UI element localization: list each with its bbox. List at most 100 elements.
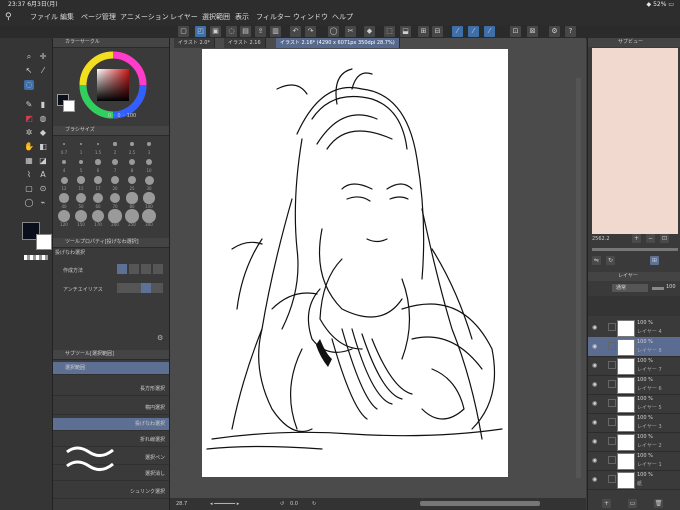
sub-color-swatch[interactable] <box>36 234 52 250</box>
brush-size-cell[interactable]: 12 <box>56 174 72 191</box>
crop-icon[interactable]: ✂ <box>345 26 356 37</box>
navigator-option-icon[interactable]: ⊞ <box>650 256 659 265</box>
transform-icon[interactable]: ▣ <box>210 26 221 37</box>
brush-size-cell[interactable]: 250 <box>124 209 140 227</box>
eye-icon[interactable]: ◉ <box>592 324 597 331</box>
brush-size-cell[interactable]: 15 <box>73 174 89 191</box>
blend-mode-select[interactable]: 通常 <box>612 284 648 292</box>
invert-icon[interactable]: ⬓ <box>400 26 411 37</box>
menu-layer[interactable]: レイヤー <box>170 9 198 25</box>
menu-selection[interactable]: 選択範囲 <box>202 9 230 25</box>
transparent-color-swatch[interactable] <box>24 255 48 260</box>
redo-icon[interactable]: ↷ <box>305 26 316 37</box>
airbrush-icon[interactable]: ◍ <box>38 114 48 124</box>
horizontal-scrollbar[interactable] <box>420 501 540 506</box>
help-icon[interactable]: ? <box>565 26 576 37</box>
stabilizer-2-icon[interactable]: ⁄ <box>468 26 479 37</box>
eye-icon[interactable]: ◉ <box>592 362 597 369</box>
eye-icon[interactable]: ◉ <box>592 381 597 388</box>
method-intersect-button[interactable] <box>153 264 163 274</box>
eyedropper-icon[interactable]: ⁄ <box>38 66 48 76</box>
zoom-in-icon[interactable]: + <box>632 234 641 243</box>
brush-size-cell[interactable]: 60 <box>90 192 106 209</box>
menu-page[interactable]: ページ管理 <box>81 9 116 25</box>
layer-lock-checkbox[interactable] <box>608 418 616 426</box>
eraser-tool-icon[interactable]: ◆ <box>38 128 48 138</box>
paint-bucket-icon[interactable]: ◪ <box>38 156 48 166</box>
brush-size-cell[interactable]: 1.5 <box>90 138 106 155</box>
marquee-icon[interactable]: ⬚ <box>384 26 395 37</box>
brush-size-cell[interactable]: 5 <box>73 156 89 173</box>
zoom-out-icon[interactable]: − <box>646 234 655 243</box>
flip-icon[interactable]: ⇋ <box>592 256 601 265</box>
method-subtract-button[interactable] <box>141 264 151 274</box>
stabilizer-3-icon[interactable]: ⁄ <box>484 26 495 37</box>
eye-icon[interactable]: ◉ <box>592 419 597 426</box>
blend-tool-icon[interactable]: ✋ <box>24 142 34 152</box>
navigator-zoom[interactable]: 2562.2 <box>592 236 610 242</box>
brush-size-cell[interactable]: 10 <box>141 156 157 173</box>
layer-lock-checkbox[interactable] <box>608 437 616 445</box>
layer-icon[interactable]: ▥ <box>270 26 281 37</box>
brush-size-cell[interactable]: 200 <box>107 209 123 227</box>
frame-tool-icon[interactable]: ▢ <box>24 184 34 194</box>
rotate-right-icon[interactable]: ↻ <box>312 498 316 510</box>
lasso-tool-icon[interactable]: ◌ <box>24 80 34 90</box>
method-new-button[interactable] <box>117 264 127 274</box>
menu-file[interactable]: ファイル <box>30 9 58 25</box>
layer-lock-checkbox[interactable] <box>608 399 616 407</box>
stabilizer-1-icon[interactable]: ⁄ <box>452 26 463 37</box>
layer-lock-checkbox[interactable] <box>608 323 616 331</box>
layer-lock-checkbox[interactable] <box>608 361 616 369</box>
eye-icon[interactable]: ◉ <box>592 438 597 445</box>
text-tool-icon[interactable]: A <box>38 170 48 180</box>
zoom-tool-icon[interactable]: ⌕ <box>24 52 34 62</box>
pen-tool-icon[interactable]: ✎ <box>24 100 34 110</box>
brush-size-cell[interactable]: 7 <box>107 156 123 173</box>
brush-size-cell[interactable]: 80 <box>124 192 140 209</box>
ruler-icon[interactable]: ⊟ <box>432 26 443 37</box>
brush-size-cell[interactable]: 30 <box>141 174 157 191</box>
undo-icon[interactable]: ↶ <box>290 26 301 37</box>
menu-animation[interactable]: アニメーション <box>120 9 169 25</box>
brush-size-cell[interactable]: 0.7 <box>56 138 72 155</box>
eye-icon[interactable]: ◉ <box>592 343 597 350</box>
fit-icon[interactable]: ⊡ <box>660 234 669 243</box>
brush-size-cell[interactable]: 2.5 <box>124 138 140 155</box>
settings-icon[interactable]: ⚙ <box>549 26 560 37</box>
layer-row[interactable]: ◉ 100 % レイヤー 6 <box>588 375 680 395</box>
balloon-tool-icon[interactable]: ⊙ <box>38 184 48 194</box>
brush-tool-icon[interactable]: ◩ <box>24 114 34 124</box>
tab-illust-active[interactable]: イラスト 2.16* (4290 x 6071px 350dpi 28.7%) <box>276 38 400 48</box>
layer-lock-checkbox[interactable] <box>608 456 616 464</box>
save-icon[interactable]: ▤ <box>240 26 251 37</box>
pencil-tool-icon[interactable]: ▮ <box>38 100 48 110</box>
new-layer-icon[interactable]: + <box>602 499 611 508</box>
brush-size-cell[interactable]: 2 <box>107 138 123 155</box>
brush-size-cell[interactable]: 150 <box>73 209 89 227</box>
brush-size-cell[interactable]: 1 <box>73 138 89 155</box>
sub-tool-item-selected[interactable]: 投げなわ選択 <box>53 418 169 431</box>
eye-icon[interactable]: ◉ <box>592 400 597 407</box>
layer-row[interactable]: ◉ 100 % レイヤー 8 <box>588 337 680 357</box>
brush-size-cell[interactable]: 170 <box>90 209 106 227</box>
layer-folder-icon[interactable]: ▭ <box>628 499 637 508</box>
brush-size-cell[interactable]: 100 <box>141 192 157 209</box>
brush-size-cell[interactable]: 3 <box>141 138 157 155</box>
drawing-canvas[interactable] <box>202 49 508 477</box>
snap-icon[interactable]: ⊡ <box>510 26 521 37</box>
brush-size-cell[interactable]: 300 <box>141 209 157 227</box>
layer-row[interactable]: ◉ 100 % 紙 <box>588 470 680 490</box>
layer-lock-checkbox[interactable] <box>608 380 616 388</box>
grid-icon[interactable]: ⊞ <box>418 26 429 37</box>
fill-tool-icon[interactable]: ◧ <box>38 142 48 152</box>
layer-row[interactable]: ◉ 100 % レイヤー 4 <box>588 318 680 338</box>
layer-row[interactable]: ◉ 100 % レイヤー 5 <box>588 394 680 414</box>
wheel-sub-color[interactable] <box>63 100 75 112</box>
opacity-value[interactable]: 100 <box>666 284 676 290</box>
layer-lock-checkbox[interactable] <box>608 342 616 350</box>
eye-icon[interactable]: ◉ <box>592 457 597 464</box>
layer-lock-checkbox[interactable] <box>608 475 616 483</box>
tab-illust-1[interactable]: イラスト 2.0* <box>174 38 215 48</box>
move-tool-icon[interactable]: ✛ <box>38 52 48 62</box>
